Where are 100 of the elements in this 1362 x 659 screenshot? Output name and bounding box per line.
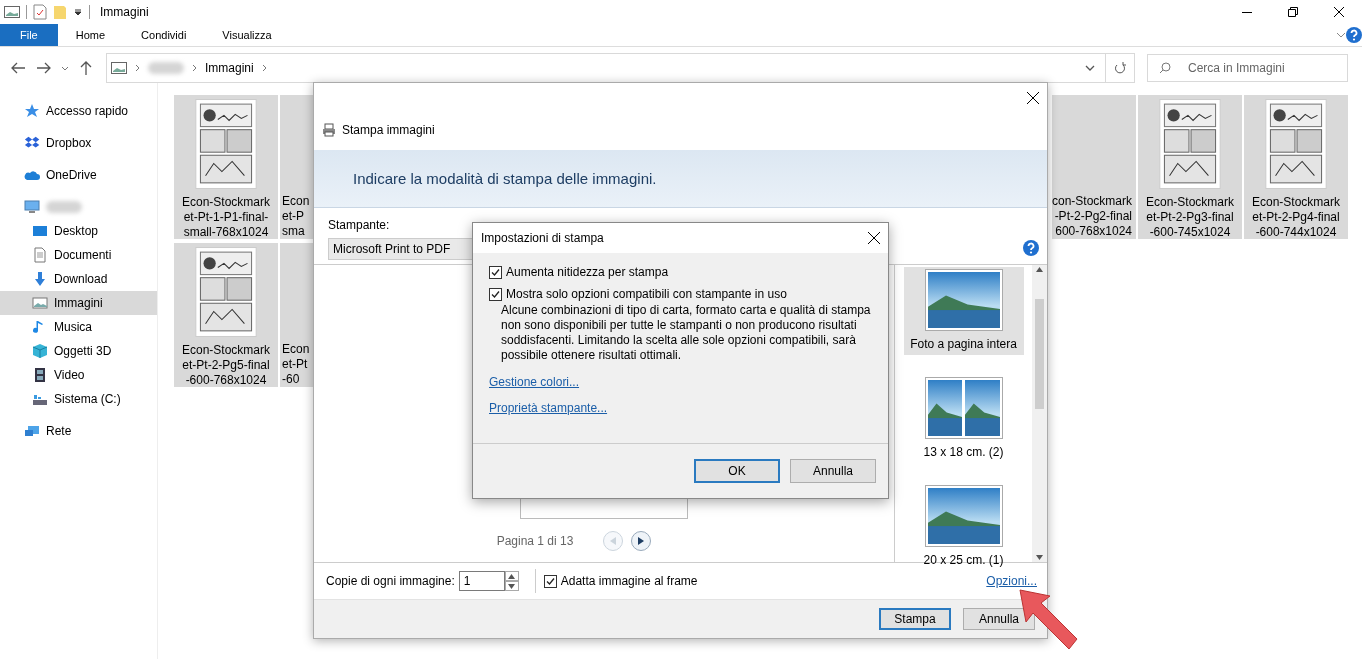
- nav-item[interactable]: Documenti: [0, 243, 157, 267]
- nav-item[interactable]: Oggetti 3D: [0, 339, 157, 363]
- dialog-button[interactable]: Annulla: [963, 608, 1035, 630]
- checkbox[interactable]: [543, 574, 557, 588]
- file-tile[interactable]: con-Stockmark -Pt-2-Pg2-final 600-768x1024: [1052, 95, 1136, 239]
- back-arrow-icon: [11, 62, 25, 74]
- printer-icon: [322, 123, 336, 137]
- file-name: Econ et-P sma: [282, 194, 310, 239]
- next-page-button[interactable]: [631, 531, 652, 551]
- film-icon: [32, 367, 48, 383]
- chevron-icon: [61, 65, 69, 71]
- checkbox-label: Aumenta nitidezza per stampa: [506, 265, 669, 279]
- file-tile[interactable]: Econ-Stockmark et-Pt-1-P1-final- small-768x1024: [174, 95, 278, 239]
- help-icon[interactable]: [1346, 27, 1362, 43]
- search-icon: [1159, 62, 1171, 74]
- nav-item[interactable]: Accesso rapido: [0, 99, 157, 123]
- settings-link[interactable]: Gestione colori...: [489, 375, 580, 389]
- up-arrow-icon: [80, 61, 92, 75]
- chevron-icon: [135, 64, 140, 72]
- checkbox-label: Adatta immagine al frame: [560, 574, 698, 588]
- nav-item[interactable]: Download: [0, 267, 157, 291]
- checkbox[interactable]: [489, 287, 502, 301]
- ribbon-tab[interactable]: File: [0, 24, 58, 46]
- copies-label: Copie di ogni immagine:: [326, 574, 455, 588]
- layout-label: 13 x 18 cm. (2): [923, 445, 1004, 459]
- nav-item[interactable]: Immagini: [0, 291, 157, 315]
- file-name: Econ et-Pt -60: [282, 342, 310, 387]
- blurred-label: [148, 62, 184, 74]
- down-triangle-icon: [508, 583, 516, 589]
- nav-item[interactable]: Video: [0, 363, 157, 387]
- pictures-icon: [32, 295, 48, 311]
- layout-option[interactable]: 13 x 18 cm. (2): [903, 375, 1024, 463]
- close-icon[interactable]: [1027, 92, 1039, 104]
- restore-icon: [1288, 7, 1298, 17]
- dialog-title: Impostazioni di stampa: [481, 231, 604, 245]
- download-icon: [32, 271, 48, 287]
- file-tile[interactable]: Econ et-P sma: [280, 95, 313, 239]
- scroll-thumb[interactable]: [1035, 298, 1044, 409]
- spinner-buttons[interactable]: [504, 571, 519, 591]
- search-field[interactable]: Cerca in Immagini: [1147, 54, 1348, 82]
- pictures-icon: [111, 62, 127, 74]
- settings-link[interactable]: Proprietà stampante...: [489, 401, 608, 415]
- file-name: Econ-Stockmark et-Pt-2-Pg3-final -600-745x1024: [1146, 195, 1234, 240]
- dropdown-icon[interactable]: [1085, 65, 1095, 71]
- up-triangle-icon: [508, 573, 516, 579]
- blurred-label: [46, 201, 82, 213]
- layout-option[interactable]: Foto a pagina intera: [903, 267, 1024, 355]
- layout-label: 20 x 25 cm. (1): [923, 553, 1004, 567]
- triangle-right-icon: [638, 537, 645, 545]
- dialog-button[interactable]: Annulla: [790, 459, 876, 483]
- minimize-icon: [1242, 11, 1252, 13]
- nav-item[interactable]: Dropbox: [0, 131, 157, 155]
- layout-label: Foto a pagina intera: [910, 337, 1017, 351]
- dialog-title: Stampa immagini: [342, 123, 435, 137]
- nav-item[interactable]: OneDrive: [0, 163, 157, 187]
- help-icon[interactable]: [1023, 240, 1039, 256]
- option-description: Alcune combinazioni di tipo di carta, formato carta e qualità di stampa non sono disponibili per tutte le stampanti o non producono risultati soddisfacenti. Limitando la scelta alle sole opzioni compatibili, sarà possibile ottenere risultati ottimali.: [501, 303, 872, 363]
- file-name: Econ-Stockmark et-Pt-1-P1-final- small-768x1024: [182, 195, 270, 240]
- dialog-button[interactable]: OK: [694, 459, 780, 483]
- nav-item[interactable]: Desktop: [0, 219, 157, 243]
- properties-icon[interactable]: [33, 4, 47, 20]
- dropdown-icon[interactable]: [73, 7, 83, 17]
- document-icon: [32, 247, 48, 263]
- chevron-icon: [261, 64, 267, 72]
- copies-field[interactable]: 1: [458, 571, 505, 591]
- nav-item[interactable]: Sistema (C:): [0, 387, 157, 411]
- ribbon-tab[interactable]: Visualizza: [204, 24, 290, 46]
- page-indicator: Pagina 1 di 13: [496, 534, 574, 548]
- star-icon: [24, 103, 40, 119]
- file-tile[interactable]: Econ-Stockmark et-Pt-2-Pg3-final -600-745x1024: [1138, 95, 1242, 239]
- scrollbar[interactable]: [1032, 265, 1047, 562]
- refresh-icon: [1114, 62, 1126, 74]
- dropbox-icon: [24, 135, 40, 151]
- file-name: Econ-Stockmark et-Pt-2-Pg5-final -600-768x1024: [182, 343, 270, 388]
- window-title: Immagini: [100, 5, 149, 19]
- ribbon-tab[interactable]: Condividi: [123, 24, 205, 46]
- checkbox[interactable]: [489, 265, 502, 279]
- file-tile[interactable]: Econ et-Pt -60: [280, 243, 313, 387]
- cube-icon: [32, 343, 48, 359]
- pictures-icon: [4, 6, 20, 18]
- close-icon: [1334, 7, 1344, 17]
- checkbox-label: Mostra solo opzioni compatibili con stampante in uso: [506, 287, 787, 301]
- dialog-button[interactable]: Stampa: [879, 608, 951, 630]
- options-link[interactable]: Opzioni...: [986, 574, 1037, 588]
- file-tile[interactable]: Econ-Stockmark et-Pt-2-Pg5-final -600-768x1024: [174, 243, 278, 387]
- nav-item[interactable]: Musica: [0, 315, 157, 339]
- layout-option[interactable]: 20 x 25 cm. (1): [903, 483, 1024, 571]
- ribbon-tab[interactable]: Home: [57, 24, 124, 46]
- computer-icon: [24, 199, 40, 215]
- file-name: con-Stockmark -Pt-2-Pg2-final 600-768x1024: [1052, 194, 1132, 239]
- breadcrumb[interactable]: Immagini: [205, 61, 254, 75]
- file-tile[interactable]: Econ-Stockmark et-Pt-2-Pg4-final -600-744x1024: [1244, 95, 1348, 239]
- chevron-icon: [192, 64, 197, 72]
- chevron-icon[interactable]: [1336, 32, 1346, 38]
- triangle-left-icon: [610, 537, 617, 545]
- forward-arrow-icon: [37, 62, 51, 74]
- desktop-icon: [32, 223, 48, 239]
- file-name: Econ-Stockmark et-Pt-2-Pg4-final -600-744x1024: [1252, 195, 1340, 240]
- close-icon[interactable]: [868, 232, 880, 244]
- nav-item[interactable]: Rete: [0, 419, 157, 443]
